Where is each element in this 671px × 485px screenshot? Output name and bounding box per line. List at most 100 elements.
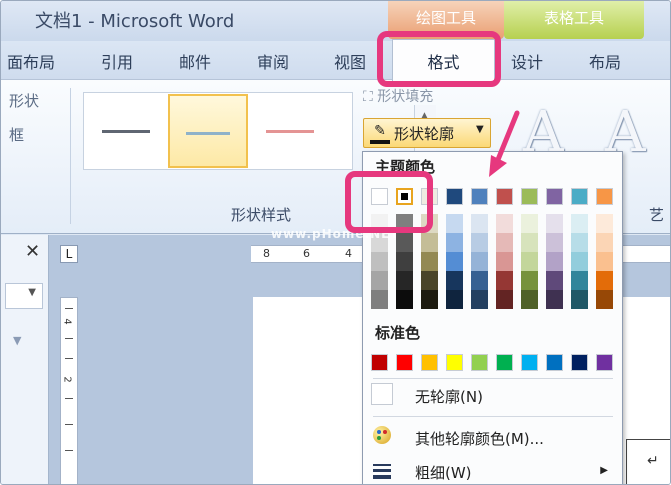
ruler-number: 2	[61, 376, 73, 383]
theme-shade-swatch[interactable]	[421, 252, 438, 271]
standard-color-swatch[interactable]	[421, 354, 438, 371]
shape-partial-label[interactable]: 形状	[9, 90, 39, 111]
theme-shade-swatch[interactable]	[521, 290, 538, 309]
theme-shade-swatch[interactable]	[596, 290, 613, 309]
standard-color-swatch[interactable]	[446, 354, 463, 371]
theme-shade-swatch[interactable]	[596, 214, 613, 233]
title-bar: 文档1 - Microsoft Word 绘图工具 表格工具	[1, 1, 670, 41]
theme-color-swatch[interactable]	[471, 188, 488, 205]
more-outline-colors-item[interactable]: 其他轮廓颜色(M)...	[363, 420, 622, 456]
color-palette-icon	[373, 426, 391, 444]
tab-review[interactable]: 审阅	[257, 49, 289, 73]
theme-shade-swatch[interactable]	[396, 252, 413, 271]
theme-color-swatch[interactable]	[596, 188, 613, 205]
theme-shade-swatch[interactable]	[571, 290, 588, 309]
theme-color-swatch[interactable]	[496, 188, 513, 205]
theme-shade-swatch[interactable]	[396, 290, 413, 309]
theme-shade-swatch[interactable]	[496, 290, 513, 309]
shape-fill-button[interactable]: ⛶ 形状填充	[363, 86, 433, 106]
format-tab-highlight	[377, 31, 501, 87]
vertical-ruler[interactable]: 4 2	[60, 297, 78, 484]
style-swatch[interactable]	[250, 94, 330, 168]
drawing-tools-label: 绘图工具	[415, 9, 476, 27]
theme-shade-swatch[interactable]	[446, 290, 463, 309]
theme-shade-swatch[interactable]	[496, 252, 513, 271]
tab-layout[interactable]: 布局	[589, 49, 621, 73]
standard-color-swatch[interactable]	[471, 354, 488, 371]
theme-shade-swatch[interactable]	[546, 271, 563, 290]
tab-references[interactable]: 引用	[101, 49, 133, 73]
tab-view[interactable]: 视图	[334, 49, 366, 73]
theme-shade-swatch[interactable]	[496, 233, 513, 252]
tab-stop-selector[interactable]: L	[60, 245, 78, 263]
weight-bar	[373, 464, 391, 466]
no-outline-item[interactable]: 无轮廓(N)	[363, 378, 622, 414]
theme-shade-swatch[interactable]	[521, 233, 538, 252]
weight-item[interactable]: 粗细(W) ▶	[363, 454, 622, 484]
weight-bar	[373, 469, 391, 472]
standard-color-swatch[interactable]	[571, 354, 588, 371]
tab-design[interactable]: 设计	[511, 49, 543, 73]
theme-shade-swatch[interactable]	[396, 271, 413, 290]
theme-color-swatch[interactable]	[446, 188, 463, 205]
shape-outline-button[interactable]: ✎ 形状轮廓 ▼	[363, 118, 491, 148]
theme-shade-swatch[interactable]	[371, 252, 388, 271]
chevron-down-icon: ▼	[476, 124, 484, 135]
theme-shade-swatch[interactable]	[371, 271, 388, 290]
paint-bucket-icon: ⛶	[363, 89, 373, 105]
theme-shade-swatch[interactable]	[546, 214, 563, 233]
theme-shade-swatch[interactable]	[546, 233, 563, 252]
theme-shade-swatch[interactable]	[571, 233, 588, 252]
theme-shade-swatch[interactable]	[496, 214, 513, 233]
theme-color-swatch[interactable]	[546, 188, 563, 205]
standard-color-swatch[interactable]	[496, 354, 513, 371]
pane-dropdown[interactable]: ▼	[5, 283, 43, 309]
style-swatch[interactable]	[86, 94, 166, 168]
theme-shade-swatch[interactable]	[596, 271, 613, 290]
theme-shade-swatch[interactable]	[571, 252, 588, 271]
theme-shade-swatch[interactable]	[421, 290, 438, 309]
theme-shade-swatch[interactable]	[521, 271, 538, 290]
standard-color-swatch[interactable]	[596, 354, 613, 371]
theme-shade-swatch[interactable]	[471, 233, 488, 252]
close-icon[interactable]: ✕	[25, 241, 40, 262]
theme-shade-swatch[interactable]	[571, 214, 588, 233]
standard-color-swatch[interactable]	[521, 354, 538, 371]
standard-color-swatch[interactable]	[371, 354, 388, 371]
standard-color-swatch[interactable]	[396, 354, 413, 371]
theme-shade-swatch[interactable]	[421, 233, 438, 252]
tab-page-layout[interactable]: 面布局	[7, 49, 55, 73]
theme-shade-swatch[interactable]	[446, 252, 463, 271]
shape-outline-label: 形状轮廓	[394, 125, 455, 143]
theme-shade-swatch[interactable]	[496, 271, 513, 290]
ruler-number: 4	[61, 318, 73, 325]
theme-shade-swatch[interactable]	[546, 290, 563, 309]
standard-color-swatch[interactable]	[546, 354, 563, 371]
collapse-arrow-icon[interactable]: ▼	[13, 334, 21, 347]
theme-shade-swatch[interactable]	[471, 290, 488, 309]
theme-shade-swatch[interactable]	[521, 214, 538, 233]
theme-color-swatch[interactable]	[571, 188, 588, 205]
ruler-tick	[65, 450, 73, 451]
theme-shade-swatch[interactable]	[446, 233, 463, 252]
shape-styles-group-label: 形状样式	[231, 206, 292, 224]
theme-shade-swatch[interactable]	[446, 271, 463, 290]
theme-shade-swatch[interactable]	[471, 214, 488, 233]
theme-shade-swatch[interactable]	[571, 271, 588, 290]
theme-shade-swatch[interactable]	[546, 252, 563, 271]
theme-shade-swatch[interactable]	[421, 271, 438, 290]
theme-color-swatch[interactable]	[521, 188, 538, 205]
ruler-number: 6	[303, 247, 310, 260]
swatch-line	[186, 132, 230, 135]
theme-shade-swatch[interactable]	[446, 214, 463, 233]
tab-mailings[interactable]: 邮件	[179, 49, 211, 73]
theme-shade-swatch[interactable]	[471, 252, 488, 271]
style-swatch-selected[interactable]	[168, 94, 248, 168]
theme-shade-swatch[interactable]	[596, 233, 613, 252]
theme-shade-swatch[interactable]	[596, 252, 613, 271]
theme-shade-swatch[interactable]	[471, 271, 488, 290]
theme-shade-swatch[interactable]	[371, 290, 388, 309]
theme-shade-swatch[interactable]	[521, 252, 538, 271]
frame-partial-label[interactable]: 框	[9, 124, 24, 145]
palette-dot	[377, 430, 381, 434]
